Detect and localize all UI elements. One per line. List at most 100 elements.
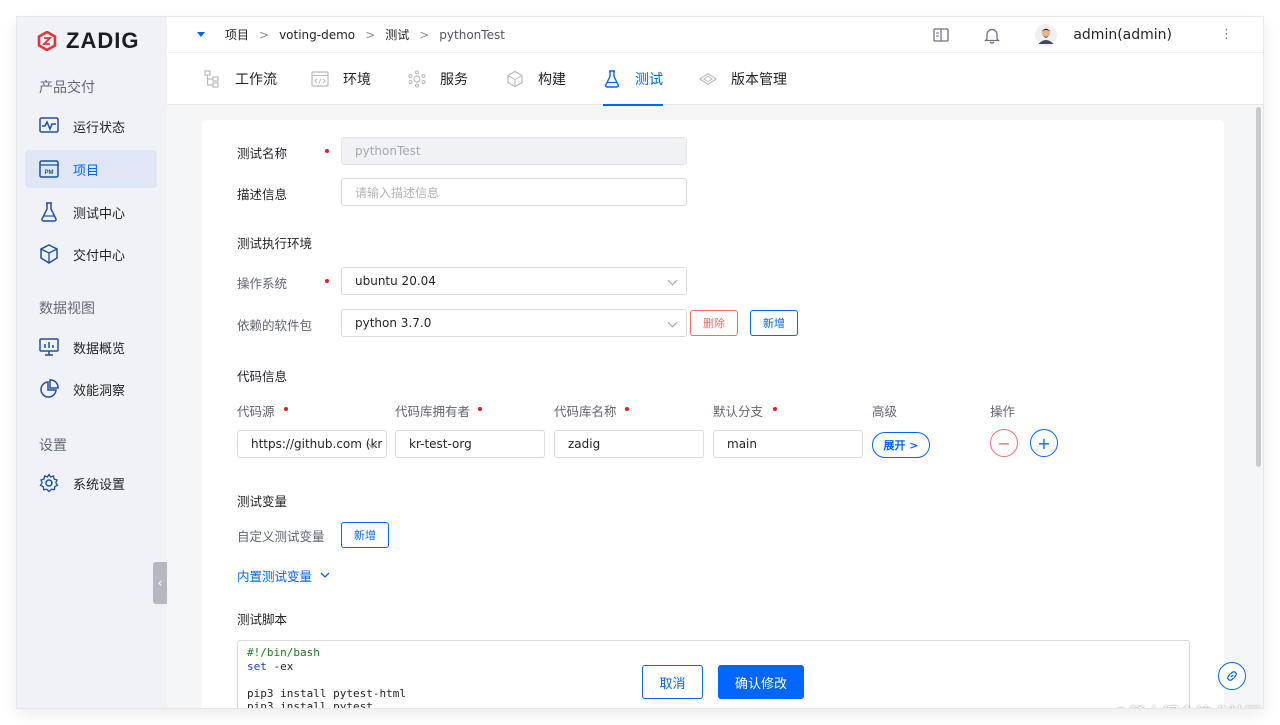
sidebar-collapse-button[interactable]: ‹ [153, 562, 167, 604]
repo-name-input[interactable]: zadig [554, 430, 704, 458]
gear-icon [39, 473, 59, 493]
description-label: 描述信息 [237, 187, 288, 202]
delete-deps-button[interactable]: 删除 [690, 310, 738, 336]
breadcrumb-item-test[interactable]: 测试 [385, 26, 409, 43]
description-input[interactable]: 请输入描述信息 [341, 178, 687, 206]
sidebar-item-delivery-center[interactable]: 交付中心 [25, 235, 157, 273]
script-line: pip3 install pytest-html [247, 686, 406, 700]
required-marker [773, 407, 777, 411]
default-branch-input[interactable]: main [713, 430, 863, 458]
required-marker [284, 407, 288, 411]
breadcrumb-item-projects[interactable]: 项目 [225, 26, 249, 43]
required-marker [625, 407, 629, 411]
breadcrumb-item-project[interactable]: voting-demo [279, 28, 355, 42]
os-select[interactable]: ubuntu 20.04 [341, 267, 687, 295]
more-vertical-icon[interactable]: ⋮ [1220, 28, 1233, 41]
vars-section-title: 测试变量 [237, 494, 288, 509]
sidebar-item-data-overview[interactable]: 数据概览 [25, 328, 157, 366]
tab-test[interactable]: 测试 [603, 53, 663, 106]
breadcrumb-separator: > [259, 27, 270, 42]
breadcrumb-separator: > [419, 27, 430, 42]
script-line: #!/bin/bash [247, 646, 320, 659]
repo-owner-input[interactable]: kr-test-org [395, 430, 545, 458]
plus-icon: + [1037, 433, 1051, 453]
tab-service[interactable]: 服务 [408, 53, 468, 105]
brand-name: ZADIG [66, 28, 140, 53]
bell-icon[interactable] [983, 26, 1001, 44]
sidebar-item-project[interactable]: PM 项目 [25, 150, 157, 188]
builtin-vars-label: 内置测试变量 [237, 569, 313, 584]
add-deps-button[interactable]: 新增 [750, 310, 798, 336]
sidebar-item-system-settings[interactable]: 系统设置 [25, 464, 157, 502]
expand-advanced-button[interactable]: 展开 > [872, 432, 930, 458]
book-icon[interactable] [932, 26, 950, 44]
float-link-button[interactable] [1218, 662, 1246, 690]
pulse-monitor-icon [39, 116, 59, 136]
os-select-value: ubuntu 20.04 [355, 274, 436, 288]
col-advanced-label: 高级 [872, 404, 898, 419]
add-custom-var-button[interactable]: 新增 [341, 522, 389, 548]
tab-label: 版本管理 [731, 72, 787, 88]
col-source-label: 代码源 [237, 404, 275, 419]
sidebar-section-delivery: 产品交付 [39, 80, 95, 96]
environment-icon [311, 70, 329, 88]
flask-icon [39, 202, 59, 222]
remove-repo-button[interactable]: − [990, 429, 1018, 457]
builtin-vars-toggle[interactable]: 内置测试变量 [237, 566, 330, 585]
brand-logo[interactable]: ZADIG [37, 28, 140, 53]
sidebar-item-label: 系统设置 [73, 477, 126, 493]
required-marker [325, 149, 329, 153]
dashboard-chart-icon [39, 337, 59, 357]
avatar[interactable] [1035, 24, 1058, 46]
test-name-label: 测试名称 [237, 146, 288, 161]
project-pm-icon: PM [39, 159, 59, 179]
sidebar-section-settings: 设置 [39, 438, 67, 454]
code-source-select[interactable]: https://github.com (kr [237, 430, 387, 458]
chevron-down-icon [667, 317, 678, 328]
app-window: ZADIG 产品交付 运行状态 PM 项目 测试中心 交付中心 数据视图 数据概… [17, 17, 1263, 708]
sidebar-item-label: 交付中心 [73, 248, 126, 264]
code-section-title: 代码信息 [237, 369, 288, 384]
version-icon [699, 70, 717, 88]
caret-down-icon[interactable] [197, 32, 205, 37]
tab-environment[interactable]: 环境 [311, 53, 371, 105]
tab-build[interactable]: 构建 [506, 53, 566, 105]
sidebar-item-insight[interactable]: 效能洞察 [25, 370, 157, 408]
cube-package-icon [39, 244, 59, 264]
deps-select-value: python 3.7.0 [355, 316, 432, 330]
script-line [247, 673, 1180, 687]
tab-version[interactable]: 版本管理 [699, 53, 787, 105]
script-line: pip3 install pytest [247, 700, 373, 708]
cancel-button[interactable]: 取消 [642, 665, 703, 699]
breadcrumb: 项目 > voting-demo > 测试 > pythonTest [225, 26, 505, 43]
col-repo-label: 代码库名称 [554, 404, 617, 419]
deps-select[interactable]: python 3.7.0 [341, 309, 687, 337]
script-line: set -ex [247, 659, 294, 673]
confirm-edit-button[interactable]: 确认修改 [718, 665, 804, 699]
add-repo-button[interactable]: + [1030, 429, 1058, 457]
col-branch-label: 默认分支 [713, 404, 764, 419]
sidebar: ZADIG 产品交付 运行状态 PM 项目 测试中心 交付中心 数据视图 数据概… [17, 17, 167, 708]
page-scrollbar[interactable] [1256, 107, 1261, 467]
service-icon [408, 70, 426, 88]
test-name-input: pythonTest [341, 137, 687, 165]
tab-label: 测试 [635, 72, 663, 88]
sidebar-item-label: 数据概览 [73, 341, 126, 357]
deps-label: 依赖的软件包 [237, 318, 313, 333]
tab-label: 服务 [440, 72, 468, 88]
link-icon [1227, 671, 1237, 681]
tab-workflow[interactable]: 工作流 [203, 53, 277, 105]
sidebar-item-label: 项目 [73, 163, 100, 179]
pie-chart-icon [39, 379, 59, 399]
user-name[interactable]: admin(admin) [1073, 27, 1172, 43]
tab-label: 工作流 [235, 72, 277, 88]
required-marker [478, 407, 482, 411]
sidebar-item-test-center[interactable]: 测试中心 [25, 193, 157, 231]
watermark: @稀土掘金技术社区 [1113, 700, 1262, 708]
workflow-icon [203, 70, 221, 88]
required-marker [325, 279, 329, 283]
sidebar-item-label: 效能洞察 [73, 383, 126, 399]
script-editor[interactable]: #!/bin/bash set -ex pip3 install pytest-… [237, 640, 1190, 708]
sidebar-item-status[interactable]: 运行状态 [25, 107, 157, 145]
col-action-label: 操作 [990, 404, 1016, 419]
